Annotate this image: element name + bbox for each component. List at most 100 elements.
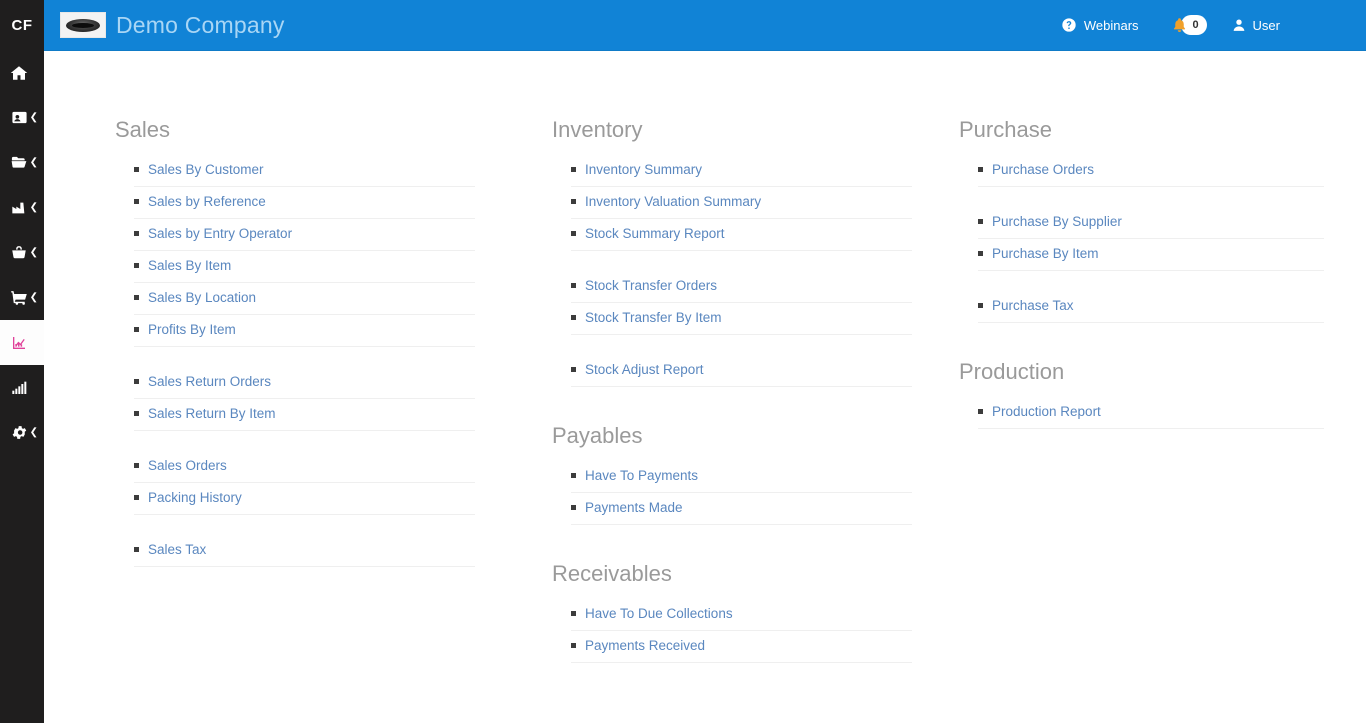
report-link[interactable]: Profits By Item	[148, 322, 236, 337]
list-item: Sales Return By Item	[134, 399, 475, 431]
sidebar-item-home[interactable]	[0, 50, 44, 95]
list-item: Sales Orders	[134, 451, 475, 483]
report-link[interactable]: Inventory Valuation Summary	[585, 194, 761, 209]
report-list-payables: Have To Payments Payments Made	[552, 461, 912, 525]
company-name: Demo Company	[116, 11, 285, 38]
id-card-icon	[10, 109, 28, 127]
section-title-payables: Payables	[552, 423, 643, 448]
report-section-purchase: Purchase Purchase Orders Purchase By Suppl…	[959, 51, 1366, 323]
chevron-left-icon: ❮	[29, 291, 38, 303]
sidebar-item-production[interactable]: ❮	[0, 185, 44, 230]
report-link[interactable]: Stock Adjust Report	[585, 362, 704, 377]
report-list-purchase: Purchase Orders Purchase By Supplier Purch…	[959, 155, 1324, 323]
sidebar-item-analytics[interactable]	[0, 365, 44, 410]
chevron-left-icon: ❮	[29, 426, 38, 438]
report-link[interactable]: Sales Return Orders	[148, 374, 271, 389]
report-link[interactable]: Have To Payments	[585, 468, 698, 483]
webinars-button[interactable]: Webinars	[1047, 0, 1153, 50]
list-item: Have To Due Collections	[571, 599, 912, 631]
question-circle-icon	[1061, 17, 1077, 33]
list-item: Sales Return Orders	[134, 367, 475, 399]
report-link[interactable]: Sales by Reference	[148, 194, 266, 209]
sidebar-nav-list: ❮ ❮ ❮ ❮ ❮ ❮	[0, 50, 44, 455]
list-item: Sales By Location	[134, 283, 475, 315]
list-spacer	[134, 515, 475, 535]
report-section-sales: Sales Sales By Customer Sales by Reference…	[115, 51, 522, 567]
report-link[interactable]: Sales Tax	[148, 542, 206, 557]
shopping-cart-icon	[10, 289, 28, 307]
list-item: Stock Summary Report	[571, 219, 912, 251]
chevron-left-icon: ❮	[29, 111, 38, 123]
user-icon	[1232, 17, 1246, 33]
user-menu-button[interactable]: User	[1218, 0, 1294, 50]
list-item: Sales by Reference	[134, 187, 475, 219]
list-spacer	[134, 431, 475, 451]
user-label: User	[1252, 17, 1280, 33]
report-link[interactable]: Sales Return By Item	[148, 406, 276, 421]
report-link[interactable]: Purchase Orders	[992, 162, 1094, 177]
notifications-button[interactable]: 0	[1153, 0, 1218, 50]
report-link[interactable]: Sales Orders	[148, 458, 227, 473]
home-icon	[10, 64, 28, 82]
list-spacer	[978, 271, 1324, 291]
list-item: Profits By Item	[134, 315, 475, 347]
list-item: Purchase Tax	[978, 291, 1324, 323]
report-link[interactable]: Purchase By Supplier	[992, 214, 1122, 229]
sidebar-item-reports[interactable]	[0, 320, 44, 365]
list-item: Sales By Item	[134, 251, 475, 283]
report-column-column-1: Sales Sales By Customer Sales by Reference…	[115, 51, 522, 663]
report-link[interactable]: Payments Made	[585, 500, 683, 515]
report-link[interactable]: Purchase By Item	[992, 246, 1099, 261]
signal-bars-icon	[10, 379, 28, 397]
webinars-label: Webinars	[1083, 17, 1139, 33]
list-item: Payments Made	[571, 493, 912, 525]
report-column-column-2: Inventory Inventory Summary Inventory Valu…	[552, 51, 959, 663]
report-link[interactable]: Stock Transfer Orders	[585, 278, 717, 293]
sidebar-item-settings[interactable]: ❮	[0, 410, 44, 455]
sidebar-item-contacts[interactable]: ❮	[0, 95, 44, 140]
report-link[interactable]: Packing History	[148, 490, 242, 505]
sidebar-item-sales[interactable]: ❮	[0, 275, 44, 320]
report-link[interactable]: Stock Summary Report	[585, 226, 725, 241]
sidebar-item-inventory[interactable]: ❮	[0, 230, 44, 275]
list-spacer	[978, 187, 1324, 207]
report-link[interactable]: Inventory Summary	[585, 162, 702, 177]
header-actions: Webinars 0 User	[1047, 0, 1366, 50]
top-header: Demo Company Webinars 0 User	[44, 0, 1366, 50]
list-item: Purchase By Item	[978, 239, 1324, 271]
report-link[interactable]: Sales By Location	[148, 290, 256, 305]
chevron-left-icon: ❮	[29, 246, 38, 258]
report-list-receivables: Have To Due Collections Payments Received	[552, 599, 912, 663]
report-section-payables: Payables Have To Payments Payments Made	[552, 387, 959, 525]
list-item: Packing History	[134, 483, 475, 515]
list-item: Purchase By Supplier	[978, 207, 1324, 239]
report-link[interactable]: Sales By Customer	[148, 162, 264, 177]
factory-icon	[10, 199, 28, 217]
chevron-left-icon: ❮	[29, 201, 38, 213]
list-item: Stock Adjust Report	[571, 355, 912, 387]
report-link[interactable]: Payments Received	[585, 638, 705, 653]
sidebar-item-files[interactable]: ❮	[0, 140, 44, 185]
list-item: Production Report	[978, 397, 1324, 429]
report-link[interactable]: Production Report	[992, 404, 1101, 419]
report-link[interactable]: Have To Due Collections	[585, 606, 733, 621]
section-title-receivables: Receivables	[552, 561, 672, 586]
sidebar-brand-logo[interactable]: CF	[0, 0, 44, 50]
report-section-production: Production Production Report	[959, 323, 1366, 429]
report-list-production: Production Report	[959, 397, 1324, 429]
list-item: Sales By Customer	[134, 155, 475, 187]
app-root: CF ❮ ❮ ❮ ❮ ❮ ❮ Demo Company Webinars 0 U…	[0, 0, 1366, 723]
report-section-inventory: Inventory Inventory Summary Inventory Valu…	[552, 51, 959, 387]
report-link[interactable]: Sales by Entry Operator	[148, 226, 292, 241]
report-link[interactable]: Stock Transfer By Item	[585, 310, 722, 325]
report-link[interactable]: Purchase Tax	[992, 298, 1074, 313]
sidebar-brand-label: CF	[11, 16, 33, 34]
list-item: Have To Payments	[571, 461, 912, 493]
chevron-left-icon: ❮	[29, 156, 38, 168]
section-title-inventory: Inventory	[552, 117, 643, 142]
header-brand[interactable]: Demo Company	[44, 12, 285, 39]
list-spacer	[134, 347, 475, 367]
report-link[interactable]: Sales By Item	[148, 258, 231, 273]
report-column-column-3: Purchase Purchase Orders Purchase By Suppl…	[959, 51, 1366, 663]
section-title-production: Production	[959, 359, 1065, 384]
